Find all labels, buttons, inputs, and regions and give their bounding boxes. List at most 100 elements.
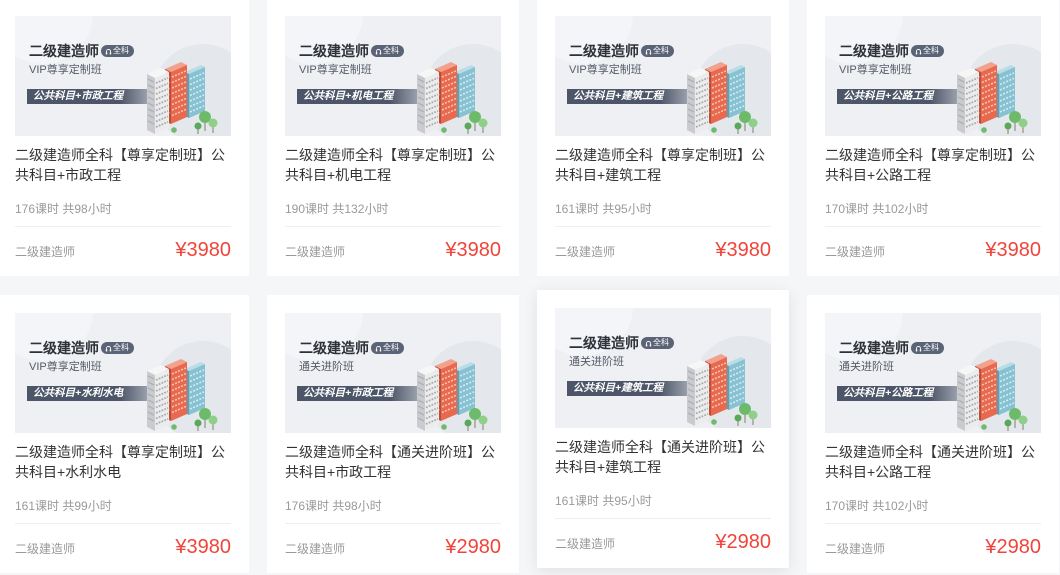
thumb-banner-label: 公共科目+市政工程 — [33, 90, 124, 102]
course-grid: 二级建造师 全科 VIP尊享定制班 公共科目+市政工程 二级建造师全科【尊享定制… — [0, 0, 1059, 573]
divider — [825, 226, 1041, 227]
building-gray — [687, 68, 709, 134]
building-blue — [725, 65, 745, 118]
divider — [15, 226, 231, 227]
course-category: 二级建造师 — [15, 542, 76, 556]
thumb-banner-label: 公共科目+公路工程 — [843, 387, 934, 399]
course-thumbnail[interactable]: 二级建造师 全科 VIP尊享定制班 公共科目+水利水电 — [15, 313, 231, 433]
building-gray — [957, 68, 979, 134]
course-title[interactable]: 二级建造师全科【尊享定制班】公共科目+市政工程 — [15, 145, 231, 185]
course-card[interactable]: 二级建造师 全科 通关进阶班 公共科目+建筑工程 二级建造师全科【通关进阶班】公… — [537, 290, 789, 568]
building-gray — [417, 68, 439, 134]
course-hours: 190课时 共132小时 — [285, 202, 389, 216]
headphones-icon — [105, 48, 112, 54]
thumb-banner-label: 公共科目+水利水电 — [33, 387, 124, 399]
course-thumbnail[interactable]: 二级建造师 全科 通关进阶班 公共科目+公路工程 — [825, 313, 1041, 433]
thumb-subtitle: VIP尊享定制班 — [29, 64, 102, 76]
course-category: 二级建造师 — [285, 542, 346, 556]
course-category: 二级建造师 — [555, 245, 616, 259]
divider — [285, 523, 501, 524]
thumb-badge-label: 全科 — [383, 46, 399, 55]
course-title[interactable]: 二级建造师全科【通关进阶班】公共科目+市政工程 — [285, 442, 501, 482]
course-price: ¥3980 — [985, 239, 1041, 261]
building-illustration — [147, 62, 218, 134]
building-blue — [725, 357, 745, 410]
building-blue — [995, 65, 1015, 118]
course-thumbnail[interactable]: 二级建造师 全科 VIP尊享定制班 公共科目+建筑工程 — [555, 16, 771, 136]
headphones-icon — [645, 48, 652, 54]
thumb-brand: 二级建造师 — [29, 340, 99, 356]
course-card[interactable]: 二级建造师 全科 VIP尊享定制班 公共科目+水利水电 二级建造师全科【尊享定制… — [0, 295, 249, 573]
course-card[interactable]: 二级建造师 全科 VIP尊享定制班 公共科目+机电工程 二级建造师全科【尊享定制… — [267, 0, 519, 276]
building-blue — [995, 362, 1015, 415]
thumb-badge: 全科 — [371, 342, 404, 354]
thumb-badge-label: 全科 — [923, 343, 939, 352]
course-thumbnail[interactable]: 二级建造师 全科 通关进阶班 公共科目+市政工程 — [285, 313, 501, 433]
headphones-icon — [375, 48, 382, 54]
course-price: ¥2980 — [985, 536, 1041, 558]
course-thumbnail[interactable]: 二级建造师 全科 VIP尊享定制班 公共科目+机电工程 — [285, 16, 501, 136]
course-hours: 161课时 共99小时 — [15, 499, 112, 513]
thumb-badge: 全科 — [641, 337, 674, 349]
course-title[interactable]: 二级建造师全科【尊享定制班】公共科目+建筑工程 — [555, 145, 771, 185]
divider — [285, 226, 501, 227]
thumb-brand: 二级建造师 — [569, 335, 639, 351]
course-card[interactable]: 二级建造师 全科 通关进阶班 公共科目+市政工程 二级建造师全科【通关进阶班】公… — [267, 295, 519, 573]
thumb-banner-label: 公共科目+建筑工程 — [573, 382, 664, 394]
course-hours: 176课时 共98小时 — [285, 499, 382, 513]
course-title[interactable]: 二级建造师全科【尊享定制班】公共科目+水利水电 — [15, 442, 231, 482]
thumb-subtitle: 通关进阶班 — [569, 356, 624, 368]
thumb-subtitle: VIP尊享定制班 — [299, 64, 372, 76]
thumb-banner-label: 公共科目+市政工程 — [303, 387, 394, 399]
course-title[interactable]: 二级建造师全科【通关进阶班】公共科目+建筑工程 — [555, 437, 771, 477]
thumb-badge: 全科 — [101, 45, 134, 57]
divider — [555, 518, 771, 519]
building-blue — [455, 65, 475, 118]
headphones-icon — [105, 345, 112, 351]
course-price: ¥2980 — [445, 536, 501, 558]
thumb-subtitle: 通关进阶班 — [299, 361, 354, 373]
thumb-brand: 二级建造师 — [299, 340, 369, 356]
course-price: ¥3980 — [715, 239, 771, 261]
course-category: 二级建造师 — [285, 245, 346, 259]
building-illustration — [417, 62, 488, 134]
thumb-badge-label: 全科 — [113, 46, 129, 55]
course-category: 二级建造师 — [555, 537, 616, 551]
thumb-badge: 全科 — [911, 45, 944, 57]
course-thumbnail[interactable]: 二级建造师 全科 VIP尊享定制班 公共科目+公路工程 — [825, 16, 1041, 136]
divider — [825, 523, 1041, 524]
course-price: ¥2980 — [715, 531, 771, 553]
thumb-brand: 二级建造师 — [299, 43, 369, 59]
course-card[interactable]: 二级建造师 全科 VIP尊享定制班 公共科目+市政工程 二级建造师全科【尊享定制… — [0, 0, 249, 276]
course-title[interactable]: 二级建造师全科【尊享定制班】公共科目+公路工程 — [825, 145, 1041, 185]
headphones-icon — [645, 340, 652, 346]
course-title[interactable]: 二级建造师全科【通关进阶班】公共科目+公路工程 — [825, 442, 1041, 482]
course-card[interactable]: 二级建造师 全科 通关进阶班 公共科目+公路工程 二级建造师全科【通关进阶班】公… — [807, 295, 1059, 573]
thumb-brand: 二级建造师 — [29, 43, 99, 59]
course-category: 二级建造师 — [15, 245, 76, 259]
thumb-badge-label: 全科 — [653, 46, 669, 55]
building-gray — [687, 360, 709, 426]
course-thumbnail[interactable]: 二级建造师 全科 VIP尊享定制班 公共科目+市政工程 — [15, 16, 231, 136]
course-card[interactable]: 二级建造师 全科 VIP尊享定制班 公共科目+公路工程 二级建造师全科【尊享定制… — [807, 0, 1059, 276]
thumb-badge-label: 全科 — [383, 343, 399, 352]
building-illustration — [687, 62, 758, 134]
course-category: 二级建造师 — [825, 542, 886, 556]
building-blue — [185, 362, 205, 415]
thumb-brand: 二级建造师 — [839, 43, 909, 59]
course-price: ¥3980 — [175, 536, 231, 558]
course-hours: 170课时 共102小时 — [825, 499, 929, 513]
headphones-icon — [375, 345, 382, 351]
course-category: 二级建造师 — [825, 245, 886, 259]
thumb-brand: 二级建造师 — [569, 43, 639, 59]
building-gray — [957, 365, 979, 431]
course-thumbnail[interactable]: 二级建造师 全科 通关进阶班 公共科目+建筑工程 — [555, 308, 771, 428]
course-title[interactable]: 二级建造师全科【尊享定制班】公共科目+机电工程 — [285, 145, 501, 185]
building-illustration — [687, 354, 758, 426]
building-blue — [455, 362, 475, 415]
course-card[interactable]: 二级建造师 全科 VIP尊享定制班 公共科目+建筑工程 二级建造师全科【尊享定制… — [537, 0, 789, 276]
thumb-subtitle: VIP尊享定制班 — [29, 361, 102, 373]
thumb-badge: 全科 — [101, 342, 134, 354]
thumb-brand: 二级建造师 — [839, 340, 909, 356]
building-illustration — [957, 359, 1028, 431]
